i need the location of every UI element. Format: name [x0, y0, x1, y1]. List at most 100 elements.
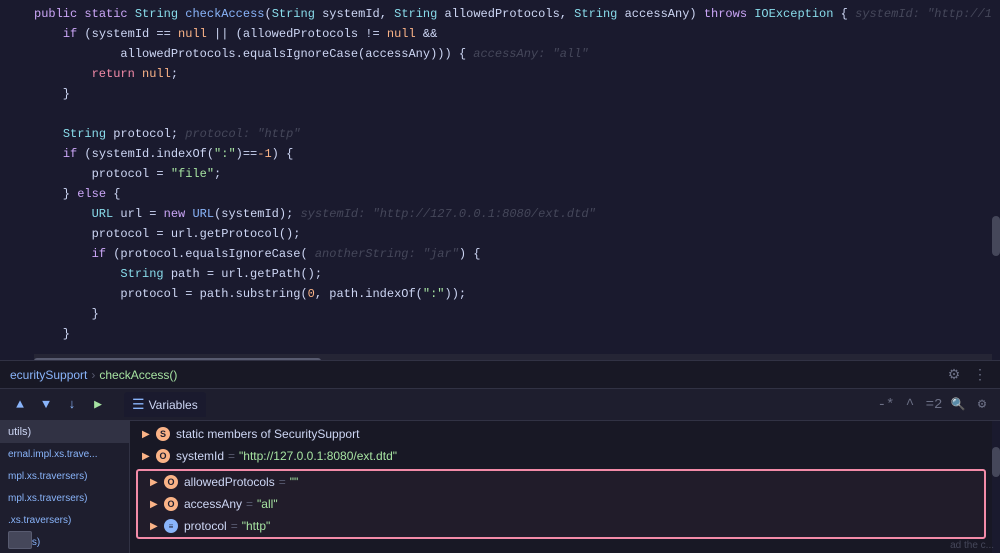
- left-file-panel: utils) ernal.impl.xs.trave... mpl.xs.tra…: [0, 421, 130, 553]
- debug-controls: ▲ ▼ ↓ ▶: [8, 393, 110, 417]
- var-eq-5: =: [231, 519, 238, 533]
- debug-toolbar: ▲ ▼ ↓ ▶ ☰ Variables -* ^ =2 🔍 ⚙: [0, 389, 1000, 421]
- debug-gear-icon[interactable]: ⚙: [972, 395, 992, 415]
- code-line-14: String path = url.getPath();: [0, 264, 1000, 284]
- debug-more-icon[interactable]: =2: [924, 395, 944, 415]
- vertical-scrollbar[interactable]: [992, 0, 1000, 360]
- code-line-3: allowedProtocols.equalsIgnoreCase(access…: [0, 44, 1000, 64]
- var-systemId[interactable]: ▶ O systemId = "http://127.0.0.1:8080/ex…: [130, 445, 992, 467]
- file-item-4[interactable]: .xs.traversers): [0, 509, 129, 531]
- var-val-2: "http://127.0.0.1:8080/ext.dtd": [239, 449, 397, 463]
- breadcrumb-class: ecuritySupport: [10, 368, 87, 382]
- settings-icon[interactable]: ⚙: [944, 365, 964, 385]
- step-into-button[interactable]: ↓: [60, 393, 84, 417]
- status-bar-right: ad the c...: [944, 538, 1000, 553]
- var-name-2: systemId: [176, 449, 224, 463]
- code-text-1: public static String checkAccess(String …: [34, 7, 1000, 21]
- variables-tab-icon: ☰: [132, 396, 145, 413]
- more-icon[interactable]: ⋮: [970, 365, 990, 385]
- code-line-4: return null;: [0, 64, 1000, 84]
- debug-panel: ▲ ▼ ↓ ▶ ☰ Variables -* ^ =2 🔍 ⚙ utils): [0, 388, 1000, 553]
- code-text-9: protocol = "file";: [34, 167, 1000, 181]
- code-line-15: protocol = path.substring(0, path.indexO…: [0, 284, 1000, 304]
- code-text-3: allowedProtocols.equalsIgnoreCase(access…: [34, 47, 1000, 61]
- code-text-8: if (systemId.indexOf(":")==-1) {: [34, 147, 1000, 161]
- breadcrumb-method: checkAccess(): [99, 368, 177, 382]
- step-up-button[interactable]: ▲: [8, 393, 32, 417]
- var-val-4: "all": [257, 497, 278, 511]
- code-text-4: return null;: [34, 67, 1000, 81]
- code-text-17: }: [34, 327, 1000, 341]
- debug-scrollbar[interactable]: [992, 421, 1000, 553]
- var-icon-2: O: [156, 449, 170, 463]
- var-eq-4: =: [246, 497, 253, 511]
- var-eq-3: =: [279, 475, 286, 489]
- code-line-12: protocol = url.getProtocol();: [0, 224, 1000, 244]
- var-icon-5: ≡: [164, 519, 178, 533]
- var-icon-1: S: [156, 427, 170, 441]
- debug-right-icons: -* ^ =2 🔍 ⚙: [876, 395, 992, 415]
- file-item-1[interactable]: ernal.impl.xs.trave...: [0, 443, 129, 465]
- var-allowedProtocols[interactable]: ▶ O allowedProtocols = "": [138, 471, 984, 493]
- var-expand-arrow-2: ▶: [142, 451, 152, 462]
- code-text-12: protocol = url.getProtocol();: [34, 227, 1000, 241]
- breadcrumb-right-controls: ⚙ ⋮: [944, 365, 990, 385]
- code-line-9: protocol = "file";: [0, 164, 1000, 184]
- code-line-17: }: [0, 324, 1000, 344]
- file-item-utils[interactable]: utils): [0, 421, 129, 443]
- code-text-15: protocol = path.substring(0, path.indexO…: [34, 287, 1000, 301]
- resume-button[interactable]: ▶: [86, 393, 110, 417]
- horizontal-scrollbar[interactable]: [34, 354, 992, 360]
- code-text-10: } else {: [34, 187, 1000, 201]
- highlighted-vars-box: ▶ O allowedProtocols = "" ▶ O accessAny …: [136, 469, 986, 539]
- code-text-6: [34, 107, 1000, 121]
- code-line-13: if (protocol.equalsIgnoreCase( anotherSt…: [0, 244, 1000, 264]
- code-line-1: public static String checkAccess(String …: [0, 4, 1000, 24]
- var-icon-4: O: [164, 497, 178, 511]
- code-line-5: }: [0, 84, 1000, 104]
- editor-container: public static String checkAccess(String …: [0, 0, 1000, 553]
- debug-expand-icon[interactable]: ^: [900, 395, 920, 415]
- var-accessAny[interactable]: ▶ O accessAny = "all": [138, 493, 984, 515]
- var-protocol[interactable]: ▶ ≡ protocol = "http": [138, 515, 984, 537]
- code-text-13: if (protocol.equalsIgnoreCase( anotherSt…: [34, 247, 1000, 261]
- file-icon: [8, 531, 32, 549]
- breadcrumb-bar: ecuritySupport › checkAccess() ⚙ ⋮: [0, 360, 1000, 388]
- debug-search-icon[interactable]: 🔍: [948, 395, 968, 415]
- code-line-10: } else {: [0, 184, 1000, 204]
- code-text-5: }: [34, 87, 1000, 101]
- code-line-16: }: [0, 304, 1000, 324]
- code-text-2: if (systemId == null || (allowedProtocol…: [34, 27, 1000, 41]
- variables-panel: ▶ S static members of SecuritySupport ▶ …: [130, 421, 992, 553]
- var-name-5: protocol: [184, 519, 227, 533]
- var-expand-arrow-3: ▶: [150, 477, 160, 488]
- var-icon-3: O: [164, 475, 178, 489]
- var-name-1: static members of SecuritySupport: [176, 427, 359, 441]
- code-text-7: String protocol; protocol: "http": [34, 127, 1000, 141]
- var-static-members[interactable]: ▶ S static members of SecuritySupport: [130, 423, 992, 445]
- var-name-4: accessAny: [184, 497, 242, 511]
- var-expand-arrow-4: ▶: [150, 499, 160, 510]
- code-line-2: if (systemId == null || (allowedProtocol…: [0, 24, 1000, 44]
- debug-main: utils) ernal.impl.xs.trave... mpl.xs.tra…: [0, 421, 1000, 553]
- var-val-3: "": [290, 475, 299, 489]
- var-expand-arrow-1: ▶: [142, 429, 152, 440]
- code-text-16: }: [34, 307, 1000, 321]
- breadcrumb-separator: ›: [91, 368, 95, 382]
- var-val-5: "http": [242, 519, 271, 533]
- code-editor: public static String checkAccess(String …: [0, 0, 1000, 360]
- code-text-11: URL url = new URL(systemId); systemId: "…: [34, 207, 1000, 221]
- file-item-3[interactable]: mpl.xs.traversers): [0, 487, 129, 509]
- var-eq-2: =: [228, 449, 235, 463]
- var-list: ▶ S static members of SecuritySupport ▶ …: [130, 421, 992, 543]
- code-line-6: [0, 104, 1000, 124]
- var-name-3: allowedProtocols: [184, 475, 275, 489]
- variables-tab[interactable]: ☰ Variables: [124, 392, 206, 417]
- debug-settings-icon[interactable]: -*: [876, 395, 896, 415]
- code-line-7: String protocol; protocol: "http": [0, 124, 1000, 144]
- step-down-button[interactable]: ▼: [34, 393, 58, 417]
- code-line-8: if (systemId.indexOf(":")==-1) {: [0, 144, 1000, 164]
- code-line-11: URL url = new URL(systemId); systemId: "…: [0, 204, 1000, 224]
- file-item-2[interactable]: mpl.xs.traversers): [0, 465, 129, 487]
- var-expand-arrow-5: ▶: [150, 521, 160, 532]
